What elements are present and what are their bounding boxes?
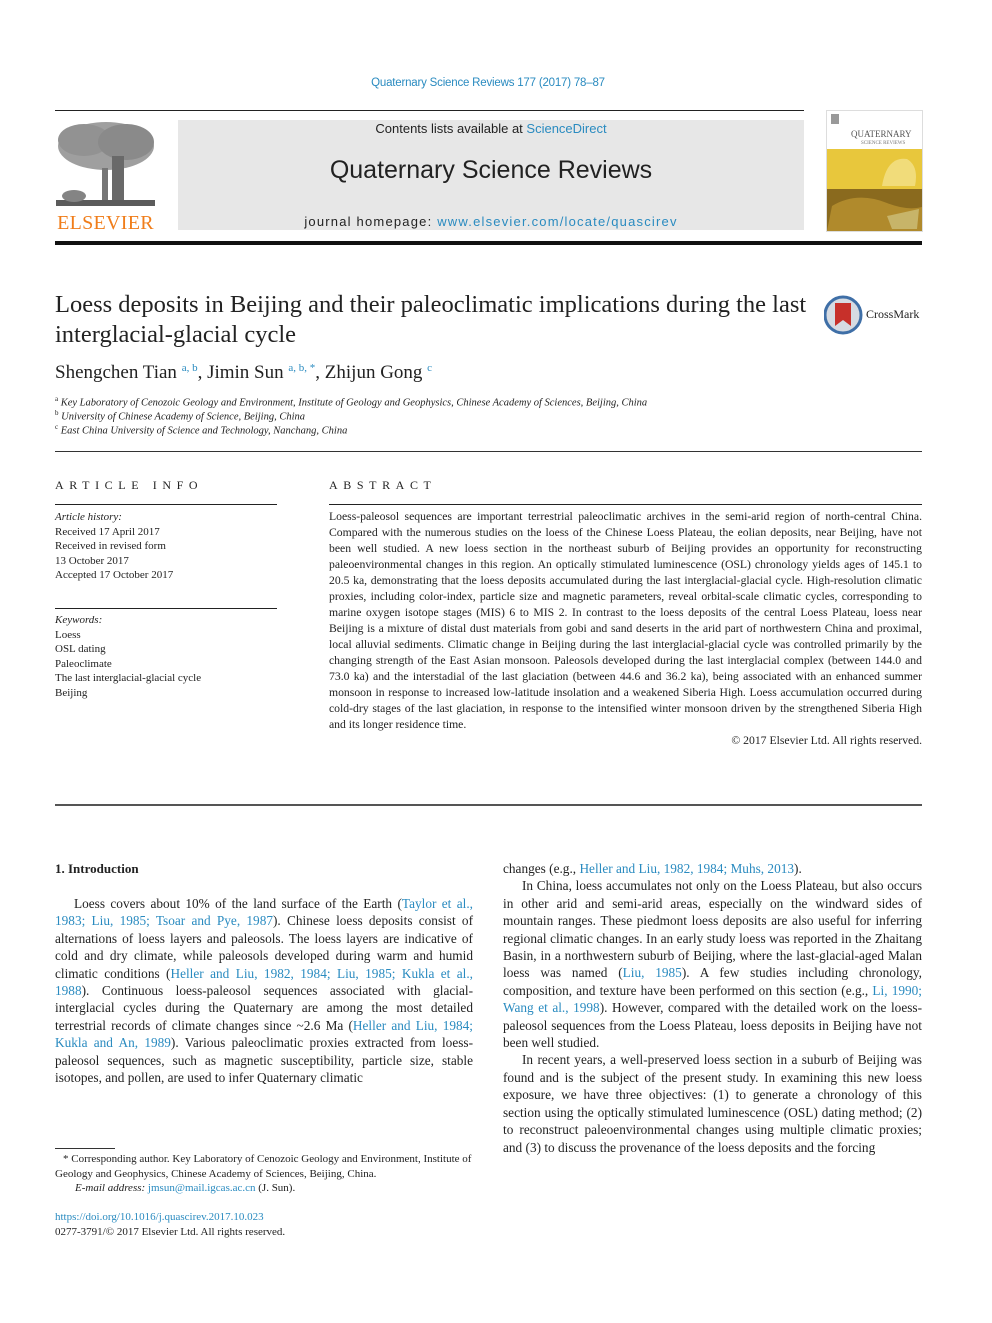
footnote: * Corresponding author. Key Laboratory o… — [55, 1152, 473, 1196]
paragraph-text: In recent years, a well-preserved loess … — [503, 1052, 922, 1155]
article-title: Loess deposits in Beijing and their pale… — [55, 291, 807, 348]
keywords: Keywords: Loess OSL dating Paleoclimate … — [55, 613, 277, 700]
keyword: The last interglacial-glacial cycle — [55, 672, 202, 684]
issn-copyright: 0277-3791/© 2017 Elsevier Ltd. All right… — [55, 1226, 286, 1238]
journal-title: Quaternary Science Reviews — [329, 156, 653, 184]
author-name[interactable]: Shengchen Tian — [55, 362, 177, 383]
divider — [55, 451, 922, 452]
affiliation-text: East China University of Science and Tec… — [60, 425, 348, 437]
email-link[interactable]: jmsun@mail.igcas.ac.cn — [148, 1182, 256, 1194]
keyword: Loess — [55, 628, 81, 641]
abstract-body: Loess-paleosol sequences are important t… — [329, 509, 922, 749]
body-column-left: Loess covers about 10% of the land surfa… — [55, 895, 473, 1086]
journal-homepage-link[interactable]: www.elsevier.com/locate/quascirev — [437, 214, 677, 229]
affiliation-mark: c — [55, 423, 59, 431]
abstract-copyright: © 2017 Elsevier Ltd. All rights reserved… — [731, 734, 922, 747]
crossmark-icon — [824, 295, 863, 335]
citation-link[interactable]: Liu, 1985 — [623, 965, 682, 980]
email-line: E-mail address: jmsun@mail.igcas.ac.cn (… — [55, 1181, 473, 1196]
affiliation-mark: b — [55, 409, 59, 417]
article-history: Article history: Received 17 April 2017 … — [55, 510, 277, 583]
sciencedirect-link[interactable]: ScienceDirect — [526, 121, 606, 136]
paragraph-text: Loess covers about 10% of the land surfa… — [74, 896, 402, 911]
paragraph: Loess covers about 10% of the land surfa… — [55, 895, 473, 1086]
cover-subtitle: SCIENCE REVIEWS — [861, 141, 906, 146]
divider — [55, 608, 277, 609]
history-item: Accepted 17 October 2017 — [55, 569, 174, 581]
author-affiliation-marks[interactable]: a, b, * — [288, 362, 315, 374]
divider — [55, 110, 804, 111]
homepage-prefix: journal homepage: — [304, 214, 438, 229]
contents-line: Contents lists available at ScienceDirec… — [178, 121, 804, 136]
article-history-label: Article history: — [55, 511, 122, 523]
abstract-heading: ABSTRACT — [329, 478, 437, 492]
paragraph: In recent years, a well-preserved loess … — [503, 1051, 922, 1155]
homepage-line: journal homepage: www.elsevier.com/locat… — [178, 214, 804, 229]
publisher-logo-text: ELSEVIER — [57, 212, 154, 234]
keyword: Paleoclimate — [55, 657, 112, 670]
history-item: Received 17 April 2017 — [55, 525, 160, 538]
divider — [55, 504, 277, 505]
footnote-divider — [55, 1148, 115, 1149]
cover-art-icon: QUATERNARY SCIENCE REVIEWS — [827, 111, 922, 231]
paragraph-text: changes (e.g., — [503, 861, 580, 876]
keyword: OSL dating — [55, 643, 106, 655]
author-list: Shengchen Tian a, b, Jimin Sun a, b, *, … — [55, 362, 433, 383]
email-label: E-mail address: — [75, 1182, 148, 1194]
article-info-heading: ARTICLE INFO — [55, 478, 204, 492]
paragraph: In China, loess accumulates not only on … — [503, 877, 922, 1051]
crossmark-label: CrossMark — [866, 307, 920, 321]
paragraph-text: ). — [794, 861, 802, 876]
header-divider — [55, 241, 922, 245]
keywords-label: Keywords: — [55, 614, 103, 626]
affiliation: a Key Laboratory of Cenozoic Geology and… — [55, 395, 647, 409]
keyword: Beijing — [55, 686, 88, 699]
cover-title: QUATERNARY — [851, 129, 912, 139]
author-name[interactable]: Zhijun Gong — [325, 362, 423, 383]
affiliation-text: Key Laboratory of Cenozoic Geology and E… — [60, 397, 648, 409]
paragraph: changes (e.g., Heller and Liu, 1982, 198… — [503, 860, 922, 877]
affiliation: c East China University of Science and T… — [55, 423, 347, 437]
abstract-text: Loess-paleosol sequences are important t… — [329, 510, 922, 731]
doi-link[interactable]: https://doi.org/10.1016/j.quascirev.2017… — [55, 1211, 264, 1223]
citation-link[interactable]: Heller and Liu, 1982, 1984; Muhs, 2013 — [579, 861, 794, 876]
author-affiliation-marks[interactable]: c — [427, 362, 432, 374]
affiliation-text: University of Chinese Academy of Science… — [61, 411, 305, 423]
divider — [55, 804, 922, 806]
contents-prefix: Contents lists available at — [375, 121, 527, 136]
author-affiliation-marks[interactable]: a, b — [182, 362, 198, 374]
journal-reference-link[interactable]: Quaternary Science Reviews 177 (2017) 78… — [0, 77, 976, 89]
author-name[interactable]: Jimin Sun — [207, 362, 284, 383]
journal-cover-image[interactable]: QUATERNARY SCIENCE REVIEWS — [826, 110, 923, 232]
affiliation-mark: a — [55, 395, 59, 403]
section-heading: 1. Introduction — [55, 861, 139, 876]
affiliation: b University of Chinese Academy of Scien… — [55, 409, 305, 423]
history-item: 13 October 2017 — [55, 554, 129, 567]
history-item: Received in revised form — [55, 540, 166, 552]
email-suffix: (J. Sun). — [255, 1182, 296, 1194]
divider — [329, 504, 922, 505]
body-column-right: changes (e.g., Heller and Liu, 1982, 198… — [503, 860, 922, 1156]
crossmark-button[interactable]: CrossMark — [824, 295, 924, 335]
corresponding-author-note: * Corresponding author. Key Laboratory o… — [55, 1153, 472, 1180]
